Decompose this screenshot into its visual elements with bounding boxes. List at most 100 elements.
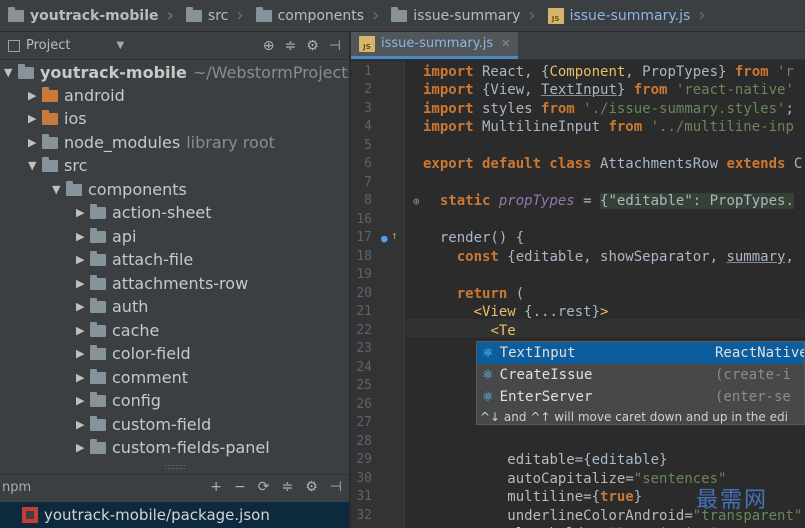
tree-item-src[interactable]: ▼ src xyxy=(28,154,87,177)
js-file-icon: JS xyxy=(547,7,564,24)
line-number: 6 xyxy=(364,156,372,171)
collapsed-arrow-icon[interactable]: ▶ xyxy=(76,206,90,219)
folder-icon xyxy=(90,415,106,431)
tree-item-action-sheet[interactable]: ▶ action-sheet xyxy=(76,201,211,224)
collapsed-arrow-icon[interactable]: ▶ xyxy=(76,347,90,360)
collapsed-arrow-icon[interactable]: ▶ xyxy=(28,89,42,102)
tree-item-ios[interactable]: ▶ ios xyxy=(28,107,87,130)
line-number: 29 xyxy=(356,452,372,467)
tree-item-cache[interactable]: ▶ cache xyxy=(76,319,159,342)
collapsed-arrow-icon[interactable]: ▶ xyxy=(76,394,90,407)
collapsed-arrow-icon[interactable]: ▶ xyxy=(76,371,90,384)
tree-item-youtrack-mobile[interactable]: ▼ youtrack-mobile ~/WebstormProjects/ xyxy=(4,61,349,84)
completion-item[interactable]: ⚛ TextInput ReactNative xyxy=(477,342,805,364)
line-number-gutter[interactable]: 1 2 3 4 5 6 7 8 16 17 18 19 20 21 22 23 … xyxy=(351,61,420,528)
collapsed-arrow-icon[interactable]: ▶ xyxy=(76,418,90,431)
tree-item-auth[interactable]: ▶ auth xyxy=(76,295,148,318)
collapsed-arrow-icon[interactable]: ▶ xyxy=(76,324,90,337)
code-line: return ( xyxy=(456,286,525,302)
code-line: editable={editable} xyxy=(507,452,668,468)
project-view-selector[interactable]: Project xyxy=(26,38,70,53)
collapsed-arrow-icon[interactable]: ▶ xyxy=(76,230,90,243)
tree-item-config[interactable]: ▶ config xyxy=(76,389,161,412)
line-number: 25 xyxy=(356,378,372,393)
tree-item-label: config xyxy=(112,391,161,410)
breadcrumb-label: components xyxy=(277,7,365,24)
refresh-icon[interactable]: ⟳ xyxy=(258,479,270,495)
breadcrumb-issue-summary[interactable]: issue-summary › xyxy=(385,0,541,31)
code-line: import {View, TextInput} from 'react-nat… xyxy=(423,82,794,98)
code-line: export default class AttachmentsRow exte… xyxy=(423,156,803,172)
folder-icon xyxy=(90,321,106,337)
tree-item-custom-fields-panel[interactable]: ▶ custom-fields-panel xyxy=(76,436,270,459)
code-line: import React, {Component, PropTypes} fro… xyxy=(423,64,794,80)
tree-item-label: src xyxy=(64,156,88,175)
tree-item-attach-file[interactable]: ▶ attach-file xyxy=(76,248,193,271)
collapsed-arrow-icon[interactable]: ▶ xyxy=(76,277,90,290)
collapsed-arrow-icon[interactable]: ▶ xyxy=(76,300,90,313)
folder-icon xyxy=(42,156,58,172)
add-icon[interactable]: + xyxy=(210,479,222,495)
remove-icon[interactable]: − xyxy=(234,479,246,495)
line-number: 8 xyxy=(364,193,372,208)
folder-icon xyxy=(391,6,408,22)
breadcrumb-src[interactable]: src › xyxy=(180,0,250,31)
folder-icon xyxy=(90,391,106,407)
tree-item-label: components xyxy=(88,180,187,199)
overrides-marker-icon[interactable]: ↑ xyxy=(391,229,398,242)
breadcrumb-project[interactable]: youtrack-mobile › xyxy=(0,0,180,31)
hide-panel-icon[interactable]: ⊣ xyxy=(329,38,341,54)
collapse-all-icon[interactable]: ≑ xyxy=(285,38,297,54)
code-line: multiline={true} xyxy=(507,489,643,505)
tree-item-node-modules[interactable]: ▶ node_modules library root xyxy=(28,131,275,154)
tree-item-label: custom-fields-panel xyxy=(112,438,270,457)
collapsed-arrow-icon[interactable]: ▶ xyxy=(28,112,42,125)
tree-item-components[interactable]: ▼ components xyxy=(52,178,187,201)
breadcrumb-label: issue-summary xyxy=(413,7,521,24)
code-line: const {editable, showSeparator, summary, xyxy=(456,249,794,265)
completion-item[interactable]: ⚛ EnterServer (enter-se xyxy=(477,386,804,408)
npm-package-item[interactable]: youtrack-mobile/package.json xyxy=(0,502,349,528)
collapsed-arrow-icon[interactable]: ▶ xyxy=(76,253,90,266)
tree-item-api[interactable]: ▶ api xyxy=(76,225,136,248)
tree-item-label: action-sheet xyxy=(112,203,212,222)
code-line: <Te xyxy=(490,323,516,339)
collapse-all-icon[interactable]: ≑ xyxy=(282,479,294,495)
collapsed-arrow-icon[interactable]: ▶ xyxy=(76,441,90,454)
code-area[interactable]: import React, {Component, PropTypes} fro… xyxy=(413,61,805,528)
tree-item-label: attachments-row xyxy=(112,274,249,293)
completion-item[interactable]: ⚛ CreateIssue (create-i xyxy=(477,364,804,386)
chevron-right-icon: › xyxy=(698,5,706,26)
project-toolbar: Project ▼ ⊕ ≑ ⚙ ⊣ xyxy=(0,32,349,60)
expanded-arrow-icon[interactable]: ▼ xyxy=(4,66,18,79)
implements-marker-icon[interactable]: ● xyxy=(381,232,388,245)
collapsed-arrow-icon[interactable]: ▶ xyxy=(28,136,42,149)
panel-splitter-handle[interactable]: :::::::: xyxy=(0,463,349,471)
tree-item-comment[interactable]: ▶ comment xyxy=(76,366,188,389)
close-icon[interactable]: ✕ xyxy=(501,37,510,50)
breadcrumb-label: issue-summary.js xyxy=(569,7,691,24)
line-number: 27 xyxy=(356,415,372,430)
breadcrumb-file[interactable]: JS issue-summary.js › xyxy=(542,0,712,31)
locate-icon[interactable]: ⊕ xyxy=(263,38,275,54)
tree-item-color-field[interactable]: ▶ color-field xyxy=(76,342,191,365)
gear-icon[interactable]: ⚙ xyxy=(305,479,318,495)
line-number: 30 xyxy=(356,471,372,486)
hide-panel-icon[interactable]: ⊣ xyxy=(330,479,342,495)
breadcrumb-components[interactable]: components › xyxy=(250,0,386,31)
js-file-icon: JS xyxy=(359,35,375,52)
tree-item-android[interactable]: ▶ android xyxy=(28,84,125,107)
gear-icon[interactable]: ⚙ xyxy=(306,38,319,54)
completion-item-source: ReactNative xyxy=(715,345,805,361)
caret-down-icon[interactable]: ▼ xyxy=(116,40,124,51)
expanded-arrow-icon[interactable]: ▼ xyxy=(52,183,66,196)
tab-issue-summary-js[interactable]: JS issue-summary.js ✕ xyxy=(351,32,519,59)
line-number: 7 xyxy=(364,175,372,190)
tree-item-attachments-row[interactable]: ▶ attachments-row xyxy=(76,272,248,295)
expanded-arrow-icon[interactable]: ▼ xyxy=(28,159,42,172)
chevron-right-icon: › xyxy=(236,5,244,26)
tree-item-label: attach-file xyxy=(112,250,194,269)
line-number: 4 xyxy=(364,119,372,134)
folder-icon xyxy=(18,63,34,79)
tree-item-custom-field[interactable]: ▶ custom-field xyxy=(76,413,211,436)
